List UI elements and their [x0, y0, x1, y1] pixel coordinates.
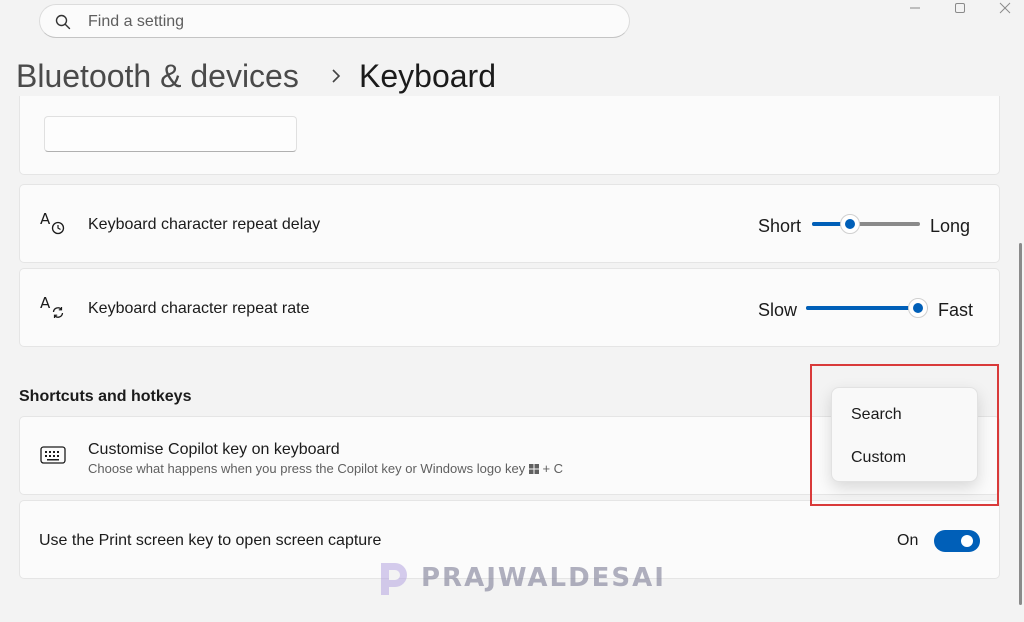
close-icon[interactable]: [995, 0, 1015, 20]
svg-text:A: A: [40, 294, 51, 312]
layout-dropdown[interactable]: [44, 116, 297, 152]
scrollbar[interactable]: [1019, 243, 1022, 605]
search-box[interactable]: [39, 4, 630, 38]
copilot-description-prefix: Choose what happens when you press the C…: [88, 461, 526, 476]
repeat-delay-icon: A: [40, 210, 65, 235]
copilot-description-suffix: + C: [542, 461, 564, 476]
search-icon: [55, 14, 71, 30]
page-title: Keyboard: [359, 58, 496, 94]
breadcrumb-parent[interactable]: Bluetooth & devices: [16, 58, 299, 95]
repeat-rate-icon: A: [40, 294, 64, 318]
copilot-key-label: Customise Copilot key on keyboard: [88, 441, 340, 458]
copilot-key-description: Choose what happens when you press the C…: [88, 461, 563, 476]
section-title-shortcuts: Shortcuts and hotkeys: [19, 388, 192, 405]
repeat-rate-label: Keyboard character repeat rate: [88, 300, 310, 317]
print-screen-state: On: [897, 532, 919, 549]
highlight-box: [810, 364, 999, 506]
repeat-delay-thumb[interactable]: [840, 214, 860, 234]
maximize-icon[interactable]: [950, 0, 970, 20]
print-screen-label: Use the Print screen key to open screen …: [39, 532, 382, 549]
minimize-icon[interactable]: [905, 0, 925, 20]
repeat-rate-max-label: Fast: [938, 300, 974, 320]
repeat-rate-thumb[interactable]: [908, 298, 928, 318]
repeat-delay-min-label: Short: [758, 216, 802, 236]
repeat-rate-min-label: Slow: [758, 300, 798, 320]
repeat-delay-label: Keyboard character repeat delay: [88, 216, 321, 233]
search-input[interactable]: [86, 11, 610, 33]
svg-text:A: A: [40, 210, 51, 228]
windows-logo-icon: [528, 464, 539, 474]
repeat-rate-slider[interactable]: [806, 298, 928, 318]
toggle-knob: [961, 535, 973, 547]
repeat-delay-slider[interactable]: [812, 214, 920, 234]
chevron-right-icon: [332, 69, 341, 83]
keyboard-icon: [40, 446, 66, 464]
print-screen-toggle[interactable]: [934, 530, 980, 552]
watermark-logo-icon: [381, 563, 407, 595]
repeat-delay-max-label: Long: [930, 216, 971, 236]
watermark-text: PRAJWALDESAI: [421, 563, 666, 593]
